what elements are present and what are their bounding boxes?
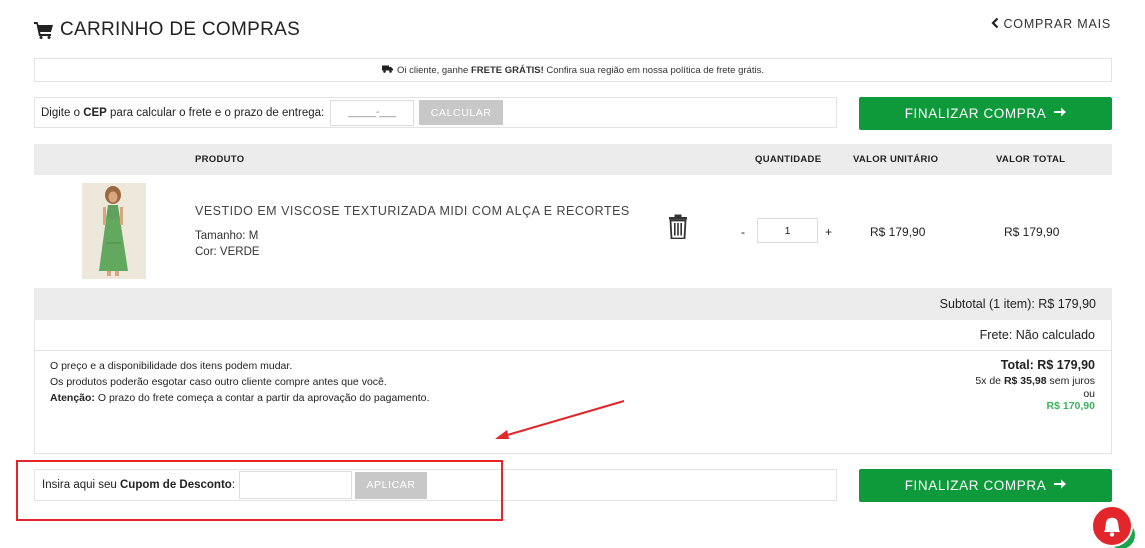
calculate-button[interactable]: CALCULAR: [419, 100, 504, 125]
product-image[interactable]: [82, 183, 146, 279]
page-title: CARRINHO DE COMPRAS: [60, 19, 301, 40]
continue-shopping-label: COMPRAR MAIS: [1003, 17, 1111, 31]
cart-icon: [34, 21, 54, 39]
quantity-increase-button[interactable]: +: [825, 225, 832, 239]
arrow-right-icon: [1054, 106, 1067, 121]
checkout-button-bottom[interactable]: FINALIZAR COMPRA: [859, 469, 1112, 502]
checkout-label: FINALIZAR COMPRA: [904, 106, 1047, 121]
page-header: CARRINHO DE COMPRAS: [34, 16, 300, 44]
chevron-left-icon: [991, 17, 999, 31]
installments: 5x de R$ 35,98 sem juros: [975, 375, 1095, 387]
checkout-button-top[interactable]: FINALIZAR COMPRA: [859, 97, 1112, 130]
order-total: Total: R$ 179,90: [1000, 358, 1095, 372]
shipping-text: Frete: Não calculado: [979, 328, 1095, 342]
attention-note: Atenção: O prazo do frete começa a conta…: [50, 392, 430, 404]
quantity-decrease-button[interactable]: -: [741, 225, 745, 239]
chat-bell-icon[interactable]: [1091, 505, 1135, 548]
product-name[interactable]: VESTIDO EM VISCOSE TEXTURIZADA MIDI COM …: [195, 204, 630, 218]
subtotal-text: Subtotal (1 item): R$ 179,90: [939, 297, 1096, 311]
note-line: O preço e a disponibilidade dos itens po…: [50, 360, 293, 372]
quantity-value: 1: [784, 224, 791, 237]
free-shipping-banner: Oi cliente, ganhe FRETE GRÁTIS! Confira …: [34, 58, 1112, 82]
note-line: Os produtos poderão esgotar caso outro c…: [50, 376, 387, 388]
annotation-highlight-box: [16, 460, 503, 521]
column-header-unit-price: VALOR UNITÁRIO: [853, 154, 939, 165]
product-size: Tamanho: M: [195, 230, 259, 242]
quantity-input[interactable]: 1: [757, 218, 818, 243]
column-header-quantity: QUANTIDADE: [755, 154, 822, 165]
product-color: Cor: VERDE: [195, 246, 260, 258]
banner-text: Oi cliente, ganhe FRETE GRÁTIS! Confira …: [397, 64, 764, 76]
shipping-calculator: Digite o CEP para calcular o frete e o p…: [34, 97, 837, 128]
trash-icon[interactable]: [668, 214, 688, 244]
cart-table-header: PRODUTO QUANTIDADE VALOR UNITÁRIO VALOR …: [34, 144, 1112, 175]
or-label: ou: [1083, 388, 1095, 400]
line-total-price: R$ 179,90: [1004, 225, 1060, 239]
subtotal-row: Subtotal (1 item): R$ 179,90: [34, 288, 1112, 320]
arrow-right-icon: [1054, 478, 1067, 493]
truck-icon: [382, 65, 393, 76]
cep-input[interactable]: [330, 99, 415, 126]
cep-label: Digite o CEP para calcular o frete e o p…: [41, 106, 325, 119]
column-header-total-price: VALOR TOTAL: [996, 154, 1066, 165]
cash-price: R$ 170,90: [1046, 400, 1095, 412]
annotation-arrow: [495, 400, 625, 439]
continue-shopping-link[interactable]: COMPRAR MAIS: [991, 17, 1111, 31]
checkout-label: FINALIZAR COMPRA: [904, 478, 1047, 493]
unit-price: R$ 179,90: [870, 225, 926, 239]
column-header-product: PRODUTO: [195, 154, 245, 165]
shipping-row: Frete: Não calculado: [34, 320, 1112, 351]
